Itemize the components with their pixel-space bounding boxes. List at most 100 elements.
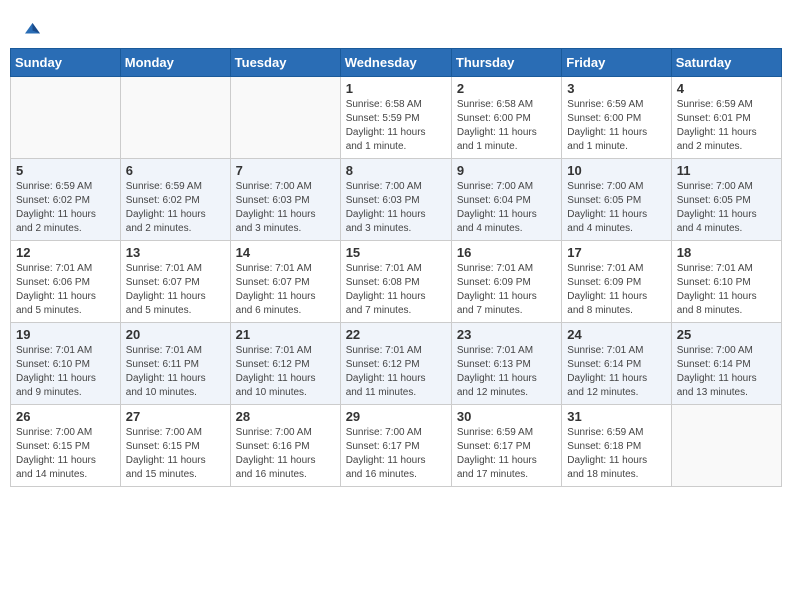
- day-info: Sunrise: 7:00 AM Sunset: 6:05 PM Dayligh…: [567, 180, 665, 236]
- page-header: [10, 10, 782, 43]
- weekday-header-friday: Friday: [562, 49, 671, 77]
- day-number: 23: [457, 327, 556, 342]
- calendar-cell: 8 Sunrise: 7:00 AM Sunset: 6:03 PM Daylig…: [340, 159, 451, 241]
- day-info: Sunrise: 7:00 AM Sunset: 6:03 PM Dayligh…: [236, 180, 335, 236]
- calendar-cell: 23 Sunrise: 7:01 AM Sunset: 6:13 PM Dayli…: [451, 323, 561, 405]
- calendar-cell: 25 Sunrise: 7:00 AM Sunset: 6:14 PM Dayli…: [671, 323, 781, 405]
- calendar-cell: 28 Sunrise: 7:00 AM Sunset: 6:16 PM Dayli…: [230, 405, 340, 487]
- calendar-cell: 12 Sunrise: 7:01 AM Sunset: 6:06 PM Dayli…: [11, 241, 121, 323]
- day-info: Sunrise: 7:01 AM Sunset: 6:08 PM Dayligh…: [346, 262, 446, 318]
- day-number: 25: [677, 327, 776, 342]
- day-number: 12: [16, 245, 115, 260]
- day-number: 4: [677, 81, 776, 96]
- day-info: Sunrise: 6:59 AM Sunset: 6:02 PM Dayligh…: [126, 180, 225, 236]
- calendar-cell: 6 Sunrise: 6:59 AM Sunset: 6:02 PM Daylig…: [120, 159, 230, 241]
- day-info: Sunrise: 7:01 AM Sunset: 6:07 PM Dayligh…: [126, 262, 225, 318]
- calendar-cell: 20Sunrise: 7:01 AM Sunset: 6:11 PM Dayli…: [120, 323, 230, 405]
- weekday-header-saturday: Saturday: [671, 49, 781, 77]
- day-info: Sunrise: 7:01 AM Sunset: 6:07 PM Dayligh…: [236, 262, 335, 318]
- day-info: Sunrise: 7:01 AM Sunset: 6:12 PM Dayligh…: [236, 344, 335, 400]
- day-number: 11: [677, 163, 776, 178]
- day-info: Sunrise: 7:01 AM Sunset: 6:10 PM Dayligh…: [677, 262, 776, 318]
- calendar-cell: 29 Sunrise: 7:00 AM Sunset: 6:17 PM Dayli…: [340, 405, 451, 487]
- weekday-header-wednesday: Wednesday: [340, 49, 451, 77]
- calendar-cell: 2Sunrise: 6:58 AM Sunset: 6:00 PM Daylig…: [451, 77, 561, 159]
- day-info: Sunrise: 7:00 AM Sunset: 6:03 PM Dayligh…: [346, 180, 446, 236]
- day-info: Sunrise: 7:00 AM Sunset: 6:15 PM Dayligh…: [126, 426, 225, 482]
- logo: [20, 20, 40, 38]
- calendar-cell: 11 Sunrise: 7:00 AM Sunset: 6:05 PM Dayli…: [671, 159, 781, 241]
- day-number: 7: [236, 163, 335, 178]
- day-number: 15: [346, 245, 446, 260]
- weekday-header-tuesday: Tuesday: [230, 49, 340, 77]
- day-info: Sunrise: 6:58 AM Sunset: 5:59 PM Dayligh…: [346, 98, 446, 154]
- day-number: 8: [346, 163, 446, 178]
- logo-icon: [22, 20, 40, 38]
- week-row-4: 19 Sunrise: 7:01 AM Sunset: 6:10 PM Dayli…: [11, 323, 782, 405]
- calendar-cell: 22 Sunrise: 7:01 AM Sunset: 6:12 PM Dayli…: [340, 323, 451, 405]
- day-number: 31: [567, 409, 665, 424]
- day-info: Sunrise: 7:00 AM Sunset: 6:15 PM Dayligh…: [16, 426, 115, 482]
- week-row-1: 1 Sunrise: 6:58 AM Sunset: 5:59 PM Daylig…: [11, 77, 782, 159]
- day-info: Sunrise: 7:01 AM Sunset: 6:06 PM Dayligh…: [16, 262, 115, 318]
- day-info: Sunrise: 7:01 AM Sunset: 6:13 PM Dayligh…: [457, 344, 556, 400]
- calendar-cell: [230, 77, 340, 159]
- day-number: 3: [567, 81, 665, 96]
- day-info: Sunrise: 6:59 AM Sunset: 6:01 PM Dayligh…: [677, 98, 776, 154]
- day-info: Sunrise: 7:00 AM Sunset: 6:16 PM Dayligh…: [236, 426, 335, 482]
- day-info: Sunrise: 7:01 AM Sunset: 6:12 PM Dayligh…: [346, 344, 446, 400]
- calendar-cell: 18Sunrise: 7:01 AM Sunset: 6:10 PM Dayli…: [671, 241, 781, 323]
- day-number: 28: [236, 409, 335, 424]
- week-row-3: 12 Sunrise: 7:01 AM Sunset: 6:06 PM Dayli…: [11, 241, 782, 323]
- week-row-2: 5 Sunrise: 6:59 AM Sunset: 6:02 PM Daylig…: [11, 159, 782, 241]
- calendar-cell: 4 Sunrise: 6:59 AM Sunset: 6:01 PM Daylig…: [671, 77, 781, 159]
- calendar-cell: 27 Sunrise: 7:00 AM Sunset: 6:15 PM Dayli…: [120, 405, 230, 487]
- day-number: 6: [126, 163, 225, 178]
- day-number: 30: [457, 409, 556, 424]
- day-info: Sunrise: 7:01 AM Sunset: 6:10 PM Dayligh…: [16, 344, 115, 400]
- day-info: Sunrise: 7:01 AM Sunset: 6:14 PM Dayligh…: [567, 344, 665, 400]
- day-number: 22: [346, 327, 446, 342]
- calendar-cell: 16 Sunrise: 7:01 AM Sunset: 6:09 PM Dayli…: [451, 241, 561, 323]
- week-row-5: 26Sunrise: 7:00 AM Sunset: 6:15 PM Dayli…: [11, 405, 782, 487]
- calendar-cell: 9Sunrise: 7:00 AM Sunset: 6:04 PM Daylig…: [451, 159, 561, 241]
- day-info: Sunrise: 7:00 AM Sunset: 6:05 PM Dayligh…: [677, 180, 776, 236]
- day-number: 2: [457, 81, 556, 96]
- day-number: 14: [236, 245, 335, 260]
- day-info: Sunrise: 7:01 AM Sunset: 6:11 PM Dayligh…: [126, 344, 225, 400]
- calendar-cell: 30 Sunrise: 6:59 AM Sunset: 6:17 PM Dayli…: [451, 405, 561, 487]
- calendar-cell: 10 Sunrise: 7:00 AM Sunset: 6:05 PM Dayli…: [562, 159, 671, 241]
- calendar-cell: 5 Sunrise: 6:59 AM Sunset: 6:02 PM Daylig…: [11, 159, 121, 241]
- day-number: 21: [236, 327, 335, 342]
- day-number: 10: [567, 163, 665, 178]
- calendar-cell: 17Sunrise: 7:01 AM Sunset: 6:09 PM Dayli…: [562, 241, 671, 323]
- day-info: Sunrise: 7:00 AM Sunset: 6:17 PM Dayligh…: [346, 426, 446, 482]
- calendar-cell: [120, 77, 230, 159]
- weekday-header-monday: Monday: [120, 49, 230, 77]
- calendar-cell: 21 Sunrise: 7:01 AM Sunset: 6:12 PM Dayli…: [230, 323, 340, 405]
- day-number: 1: [346, 81, 446, 96]
- calendar-cell: 3 Sunrise: 6:59 AM Sunset: 6:00 PM Daylig…: [562, 77, 671, 159]
- day-info: Sunrise: 6:59 AM Sunset: 6:00 PM Dayligh…: [567, 98, 665, 154]
- day-number: 29: [346, 409, 446, 424]
- calendar-table: SundayMondayTuesdayWednesdayThursdayFrid…: [10, 48, 782, 487]
- calendar-cell: 31Sunrise: 6:59 AM Sunset: 6:18 PM Dayli…: [562, 405, 671, 487]
- calendar-cell: [11, 77, 121, 159]
- calendar-cell: 19 Sunrise: 7:01 AM Sunset: 6:10 PM Dayli…: [11, 323, 121, 405]
- day-number: 5: [16, 163, 115, 178]
- day-info: Sunrise: 7:01 AM Sunset: 6:09 PM Dayligh…: [457, 262, 556, 318]
- day-info: Sunrise: 6:59 AM Sunset: 6:17 PM Dayligh…: [457, 426, 556, 482]
- day-number: 16: [457, 245, 556, 260]
- day-number: 24: [567, 327, 665, 342]
- day-info: Sunrise: 7:00 AM Sunset: 6:14 PM Dayligh…: [677, 344, 776, 400]
- calendar-cell: 26Sunrise: 7:00 AM Sunset: 6:15 PM Dayli…: [11, 405, 121, 487]
- calendar-cell: 13Sunrise: 7:01 AM Sunset: 6:07 PM Dayli…: [120, 241, 230, 323]
- day-number: 19: [16, 327, 115, 342]
- weekday-header-sunday: Sunday: [11, 49, 121, 77]
- calendar-cell: 24 Sunrise: 7:01 AM Sunset: 6:14 PM Dayli…: [562, 323, 671, 405]
- day-number: 27: [126, 409, 225, 424]
- day-number: 9: [457, 163, 556, 178]
- calendar-cell: 15 Sunrise: 7:01 AM Sunset: 6:08 PM Dayli…: [340, 241, 451, 323]
- day-info: Sunrise: 6:59 AM Sunset: 6:02 PM Dayligh…: [16, 180, 115, 236]
- calendar-cell: 1 Sunrise: 6:58 AM Sunset: 5:59 PM Daylig…: [340, 77, 451, 159]
